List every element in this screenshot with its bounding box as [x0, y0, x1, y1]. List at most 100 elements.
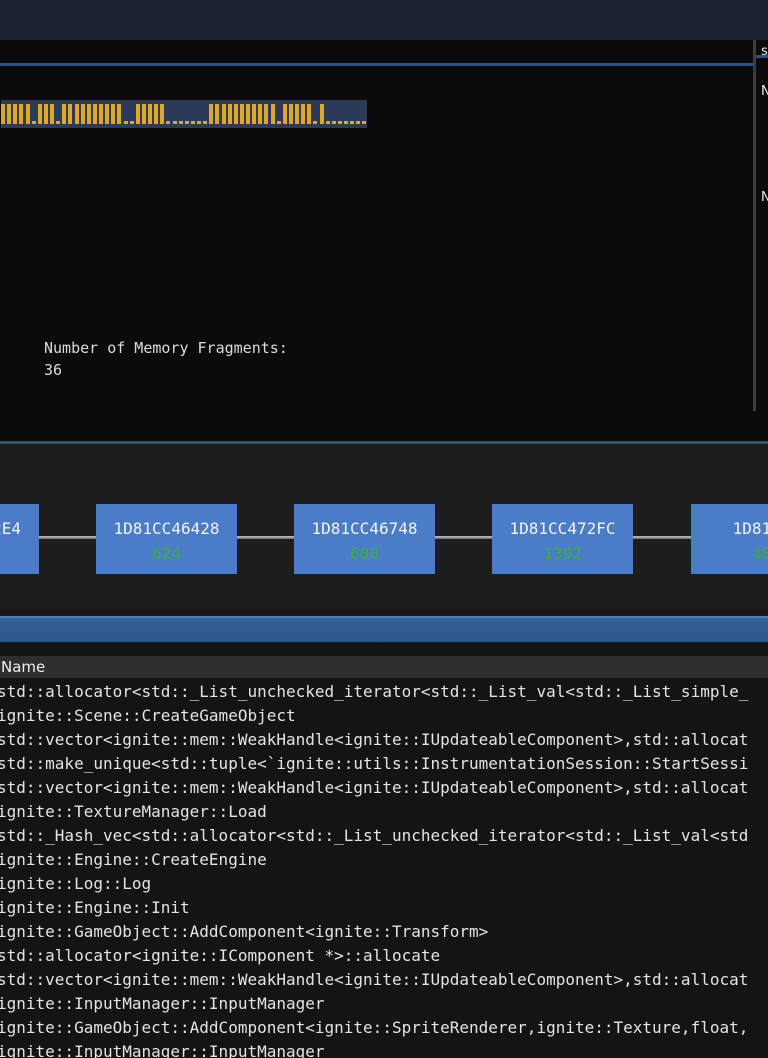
- allocated-fragment-bar: [319, 104, 324, 124]
- allocated-fragment-bar: [233, 104, 238, 124]
- free-slot-mark: [350, 121, 355, 124]
- free-slot-mark: [172, 121, 177, 124]
- allocation-node[interactable]: 2E4: [0, 504, 39, 574]
- clipped-text-fragment: N: [761, 84, 768, 98]
- allocated-fragment-bar: [252, 104, 257, 124]
- node-address: 1D81CC472FC: [509, 519, 616, 538]
- table-row[interactable]: ignite::Log::Log: [0, 872, 768, 896]
- allocated-fragment-bar: [68, 104, 73, 124]
- table-row[interactable]: std::vector<ignite::mem::WeakHandle<igni…: [0, 776, 768, 800]
- free-slot-mark: [344, 121, 348, 124]
- allocated-fragment-bar: [1, 104, 5, 124]
- free-slot-mark: [325, 121, 330, 124]
- allocated-fragment-bar: [86, 104, 91, 124]
- allocation-node[interactable]: 1D81CC472FC 1392: [492, 504, 633, 574]
- table-row[interactable]: ignite::Scene::CreateGameObject: [0, 704, 768, 728]
- allocated-fragment-bar: [258, 104, 263, 124]
- allocation-node[interactable]: 1D81CC46748 600: [294, 504, 435, 574]
- node-size: 1392: [543, 544, 582, 563]
- table-row[interactable]: ignite::Engine::Init: [0, 896, 768, 920]
- table-row[interactable]: std::allocator<std::_List_unchecked_iter…: [0, 680, 768, 704]
- allocation-node[interactable]: 1D81CC46428 624: [96, 504, 237, 574]
- node-size: 600: [350, 544, 379, 563]
- free-slot-mark: [129, 121, 134, 124]
- chain-window-header-strip: [0, 411, 768, 441]
- node-size: 624: [152, 544, 181, 563]
- free-slot-mark: [337, 121, 342, 124]
- node-address: 1D81CC: [732, 519, 768, 538]
- table-row[interactable]: ignite::InputManager::InputManager: [0, 1040, 768, 1058]
- clipped-text-fragment: N: [761, 190, 768, 204]
- allocated-fragment-bar: [301, 104, 306, 124]
- allocated-fragment-bar: [154, 104, 159, 124]
- allocated-fragment-bar: [282, 104, 287, 124]
- free-slot-mark: [178, 121, 183, 124]
- allocated-fragment-bar: [288, 104, 293, 124]
- column-header-name[interactable]: Name: [0, 656, 768, 678]
- allocated-fragment-bar: [295, 104, 299, 124]
- allocated-fragment-bar: [62, 104, 67, 124]
- allocated-fragment-bar: [80, 104, 85, 124]
- free-slot-mark: [362, 121, 367, 124]
- allocated-fragment-bar: [135, 104, 140, 124]
- allocated-fragment-bar: [209, 104, 214, 124]
- free-slot-mark: [184, 121, 189, 124]
- allocated-fragment-bar: [111, 104, 116, 124]
- free-slot-mark: [166, 121, 171, 124]
- node-size: 48: [751, 544, 768, 563]
- allocated-fragment-bar: [105, 104, 110, 124]
- table-row[interactable]: ignite::Engine::CreateEngine: [0, 848, 768, 872]
- allocated-fragment-bar: [25, 104, 30, 124]
- memory-fragmentation-panel: Number of Memory Fragments: 36: [0, 40, 753, 411]
- table-row[interactable]: std::vector<ignite::mem::WeakHandle<igni…: [0, 968, 768, 992]
- table-row[interactable]: ignite::GameObject::AddComponent<ignite:…: [0, 920, 768, 944]
- allocation-node[interactable]: 1D81CC 48: [691, 504, 768, 574]
- free-slot-mark: [123, 121, 128, 124]
- free-slot-mark: [276, 121, 281, 124]
- memory-fragmentation-chart: [1, 100, 367, 128]
- window-titlebar: [0, 0, 768, 40]
- fragment-count-label: Number of Memory Fragments: 36: [44, 337, 288, 381]
- window-gap: [0, 609, 768, 616]
- free-slot-mark: [203, 121, 208, 124]
- clipped-right-panel: s N N: [756, 40, 768, 411]
- free-slot-mark: [356, 121, 361, 124]
- allocated-fragment-bar: [7, 104, 12, 124]
- panel-accent-border: [0, 63, 753, 66]
- table-row[interactable]: std::_Hash_vec<std::allocator<std::_List…: [0, 824, 768, 848]
- free-slot-mark: [197, 121, 201, 124]
- allocated-fragment-bar: [50, 104, 54, 124]
- allocations-table-panel: Name std::allocator<std::_List_unchecked…: [0, 616, 768, 1058]
- table-row[interactable]: ignite::TextureManager::Load: [0, 800, 768, 824]
- allocated-fragment-bar: [239, 104, 244, 124]
- clipped-text-fragment: s: [761, 44, 768, 58]
- allocated-fragment-bar: [246, 104, 250, 124]
- allocated-fragment-bar: [148, 104, 152, 124]
- allocated-fragment-bar: [227, 104, 232, 124]
- table-body: std::allocator<std::_List_unchecked_iter…: [0, 680, 768, 1058]
- free-slot-mark: [331, 121, 336, 124]
- fragment-count-text: Number of Memory Fragments:: [44, 339, 288, 357]
- free-slot-mark: [56, 121, 61, 124]
- free-slot-mark: [313, 121, 318, 124]
- table-header-bar[interactable]: [0, 616, 768, 643]
- allocated-fragment-bar: [117, 104, 122, 124]
- allocated-fragment-bar: [221, 104, 226, 124]
- node-address: 1D81CC46428: [113, 519, 220, 538]
- top-section: Number of Memory Fragments: 36 s N N: [0, 40, 768, 411]
- table-row[interactable]: std::vector<ignite::mem::WeakHandle<igni…: [0, 728, 768, 752]
- allocated-fragment-bar: [215, 104, 220, 124]
- table-row[interactable]: ignite::GameObject::AddComponent<ignite:…: [0, 1016, 768, 1040]
- table-row[interactable]: std::make_unique<std::tuple<`ignite::uti…: [0, 752, 768, 776]
- allocated-fragment-bar: [270, 104, 275, 124]
- node-address: 2E4: [0, 519, 21, 538]
- free-slot-mark: [190, 121, 195, 124]
- allocated-fragment-bar: [13, 104, 18, 124]
- allocated-fragment-bar: [92, 104, 97, 124]
- table-row[interactable]: ignite::InputManager::InputManager: [0, 992, 768, 1016]
- fragment-count-value: 36: [44, 361, 63, 379]
- table-row[interactable]: std::allocator<ignite::IComponent *>::al…: [0, 944, 768, 968]
- allocated-fragment-bar: [19, 104, 24, 124]
- allocated-fragment-bar: [141, 104, 146, 124]
- column-header-label: Name: [1, 658, 46, 676]
